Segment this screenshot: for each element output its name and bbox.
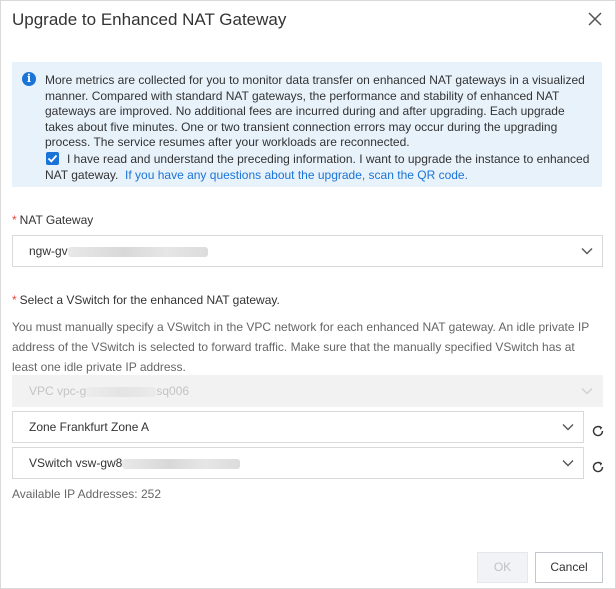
vpc-select: VPC vpc-g sq006 [12,375,603,407]
vswitch-description: You must manually specify a VSwitch in t… [12,320,589,374]
notice-text: More metrics are collected for you to mo… [45,73,585,150]
available-ip-count: Available IP Addresses: 252 [12,487,161,501]
upgrade-dialog: Upgrade to Enhanced NAT Gateway i More m… [0,0,616,589]
agree-line: I have read and understand the preceding… [45,152,593,183]
vpc-value-prefix: VPC vpc-g [29,384,87,398]
close-icon[interactable] [587,11,603,27]
upgrade-notice: i More metrics are collected for you to … [12,62,602,187]
info-icon: i [22,72,36,86]
required-mark: * [12,293,17,307]
chevron-down-icon [581,248,593,255]
vpc-value: VPC vpc-g sq006 [29,384,189,398]
vswitch-section-label: * Select a VSwitch for the enhanced NAT g… [12,293,280,307]
vswitch-select[interactable]: VSwitch vsw-gw8 [12,447,584,479]
agree-checkbox[interactable] [46,152,59,165]
chevron-down-icon [562,460,574,467]
chevron-down-icon [581,388,593,395]
qr-code-link[interactable]: If you have any questions about the upgr… [125,168,468,182]
vswitch-value: VSwitch vsw-gw8 [29,456,241,470]
refresh-vswitch-icon[interactable] [591,460,605,474]
nat-gateway-select[interactable]: ngw-gv [12,235,603,267]
redacted-id [122,458,241,469]
refresh-zone-icon[interactable] [591,424,605,438]
vswitch-value-text: VSwitch vsw-gw8 [29,456,123,470]
nat-gateway-label: * NAT Gateway [12,213,93,227]
ok-button[interactable]: OK [477,552,528,583]
required-mark: * [12,213,17,227]
vswitch-section-label-text: Select a VSwitch for the enhanced NAT ga… [19,293,280,307]
nat-gateway-value-text: ngw-gv [29,244,68,258]
vpc-value-suffix: sq006 [156,384,190,398]
nat-gateway-label-text: NAT Gateway [19,213,94,227]
chevron-down-icon [562,424,574,431]
redacted-id [86,386,157,397]
dialog-title: Upgrade to Enhanced NAT Gateway [12,10,287,29]
zone-select[interactable]: Zone Frankfurt Zone A [12,411,584,443]
zone-value: Zone Frankfurt Zone A [29,420,150,434]
cancel-button[interactable]: Cancel [535,552,603,583]
redacted-id [67,246,208,257]
nat-gateway-value: ngw-gv [29,244,208,258]
